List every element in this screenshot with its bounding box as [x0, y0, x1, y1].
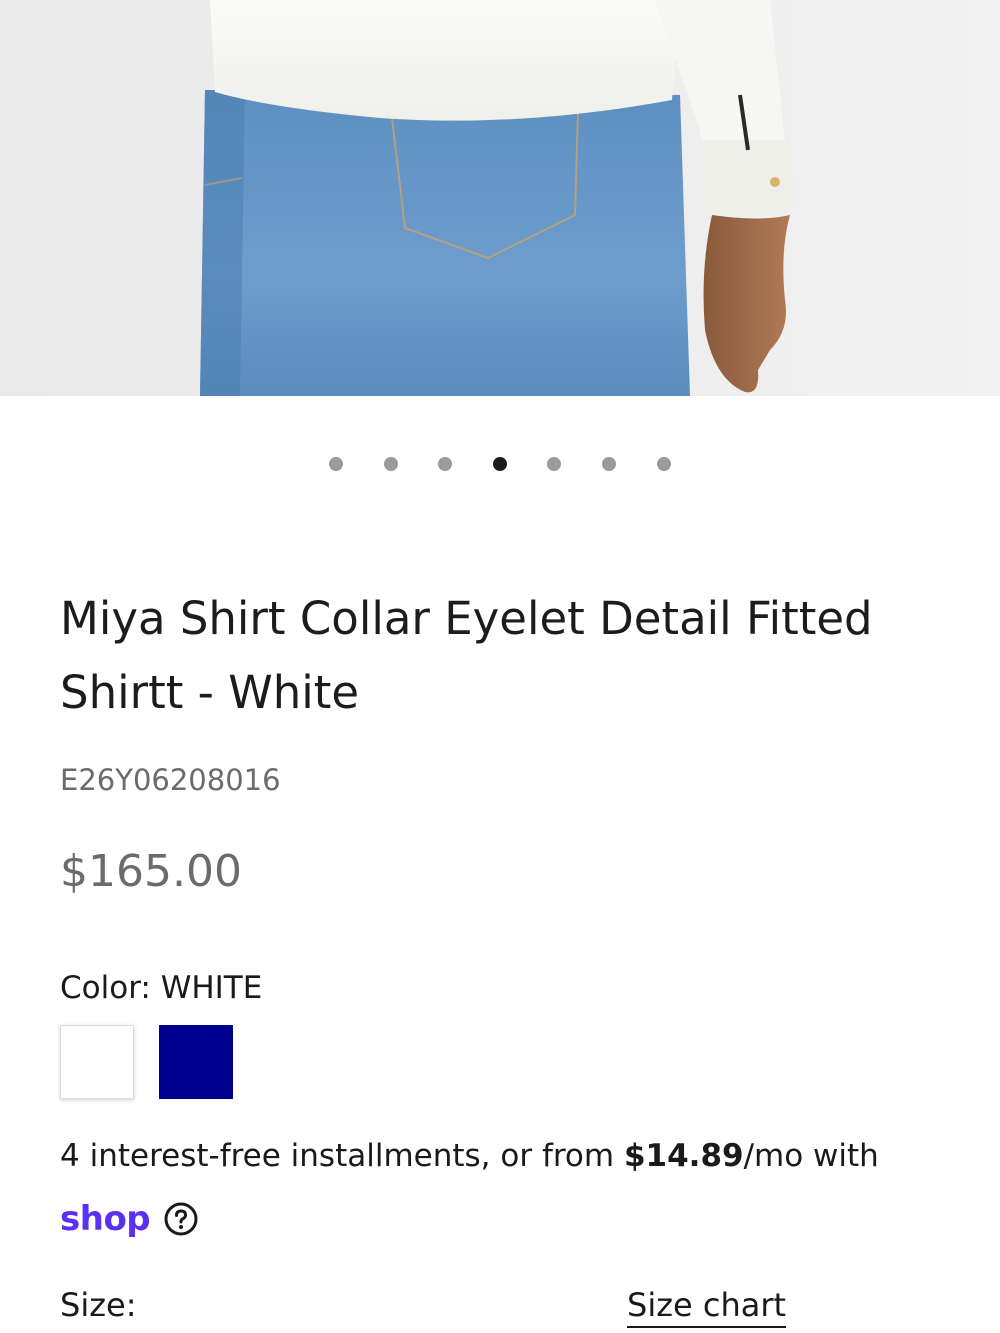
size-label: Size: [60, 1286, 137, 1324]
carousel-dot[interactable] [657, 457, 671, 471]
carousel-dot[interactable] [602, 457, 616, 471]
installments-prefix: 4 interest-free installments, or from [60, 1138, 624, 1174]
product-image[interactable] [0, 0, 1000, 396]
product-title: Miya Shirt Collar Eyelet Detail Fitted S… [60, 592, 873, 719]
carousel-dot[interactable] [438, 457, 452, 471]
product-photo [0, 0, 1000, 396]
size-chart-link[interactable]: Size chart [627, 1286, 787, 1328]
color-swatch-white[interactable] [60, 1025, 134, 1099]
color-label: Color: WHITE [60, 970, 263, 1006]
question-circle-icon[interactable] [164, 1202, 198, 1236]
carousel-dot[interactable] [547, 457, 561, 471]
installments-amount: $14.89 [623, 1138, 744, 1174]
carousel-dot[interactable] [329, 457, 343, 471]
color-swatch-navy[interactable] [159, 1025, 233, 1099]
installments-suffix: /mo with [743, 1138, 879, 1174]
installments-text: 4 interest-free installments, or from $1… [60, 1138, 879, 1174]
product-price: $165.00 [60, 846, 242, 897]
carousel-dot-active[interactable] [493, 457, 507, 471]
carousel-dots [0, 457, 1000, 471]
shop-logo[interactable]: shop [60, 1199, 151, 1239]
product-sku: E26Y06208016 [60, 763, 281, 797]
shop-pay-row: shop [60, 1196, 198, 1242]
carousel-dot[interactable] [384, 457, 398, 471]
